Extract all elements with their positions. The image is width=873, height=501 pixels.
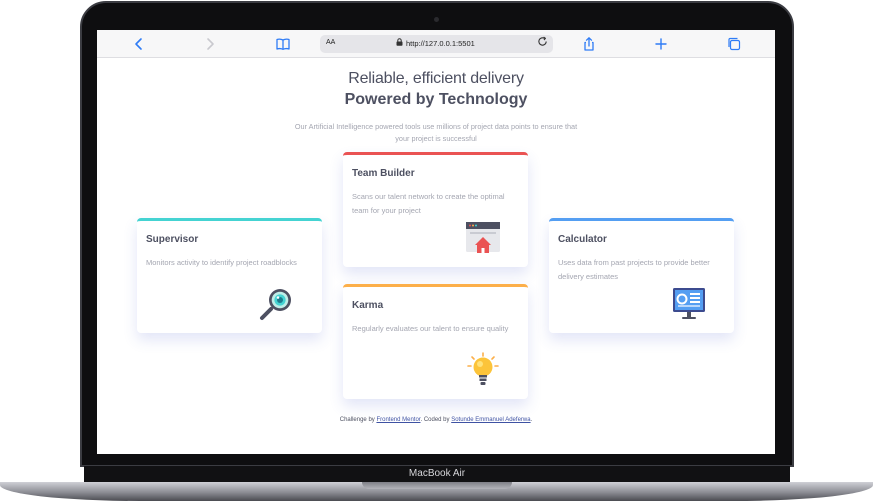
reader-options-button[interactable]: AA [326,39,335,46]
card-description: Uses data from past projects to provide … [558,258,710,281]
author-link[interactable]: Sotunde Emmanuel Adeferwa [451,417,530,423]
back-icon[interactable] [131,36,147,52]
card-supervisor: Supervisor Monitors activity to identify… [137,218,322,333]
magnifier-icon [258,285,296,323]
url-text: http://127.0.0.1:5501 [406,39,475,48]
page-subtitle: Reliable, efficient delivery [348,70,524,87]
card-title: Supervisor [146,234,199,245]
card-calculator: Calculator Uses data from past projects … [549,218,734,333]
share-icon[interactable] [581,36,597,52]
laptop-notch [362,482,512,489]
attribution: Challenge by Frontend Mentor. Coded by S… [97,417,775,423]
calculator-monitor-icon [670,285,708,323]
frontend-mentor-link[interactable]: Frontend Mentor [376,417,420,423]
attribution-suffix: . [530,417,533,423]
card-karma: Karma Regularly evaluates our talent to … [343,284,528,399]
device-label: MacBook Air [408,468,466,479]
browser-screen: AA http://127.0.0.1:5501 Reliable, effic… [97,30,775,454]
forward-icon[interactable] [202,36,218,52]
card-title: Calculator [558,234,607,245]
page-content: Reliable, efficient delivery Powered by … [97,58,775,454]
browser-toolbar: AA http://127.0.0.1:5501 [97,30,775,58]
lightbulb-icon [464,351,502,389]
card-description: Regularly evaluates our talent to ensure… [352,324,509,333]
camera-icon [434,17,439,22]
bookmarks-icon[interactable] [275,36,291,52]
intro-text: Our Artificial Intelligence powered tool… [294,122,578,143]
attribution-prefix: Challenge by [339,417,375,423]
card-team-builder: Team Builder Scans our talent network to… [343,152,528,267]
team-builder-icon [464,219,502,257]
card-title: Karma [352,300,384,311]
attribution-middle: . Coded by [420,417,450,423]
address-bar[interactable]: AA http://127.0.0.1:5501 [320,35,553,53]
new-tab-icon[interactable] [653,36,669,52]
card-description: Scans our talent network to create the o… [352,192,505,215]
card-title: Team Builder [352,168,415,179]
reload-icon[interactable] [537,36,548,50]
page-title: Powered by Technology [344,91,528,108]
lock-icon [396,38,403,48]
card-description: Monitors activity to identify project ro… [146,258,297,267]
tabs-icon[interactable] [726,36,742,52]
